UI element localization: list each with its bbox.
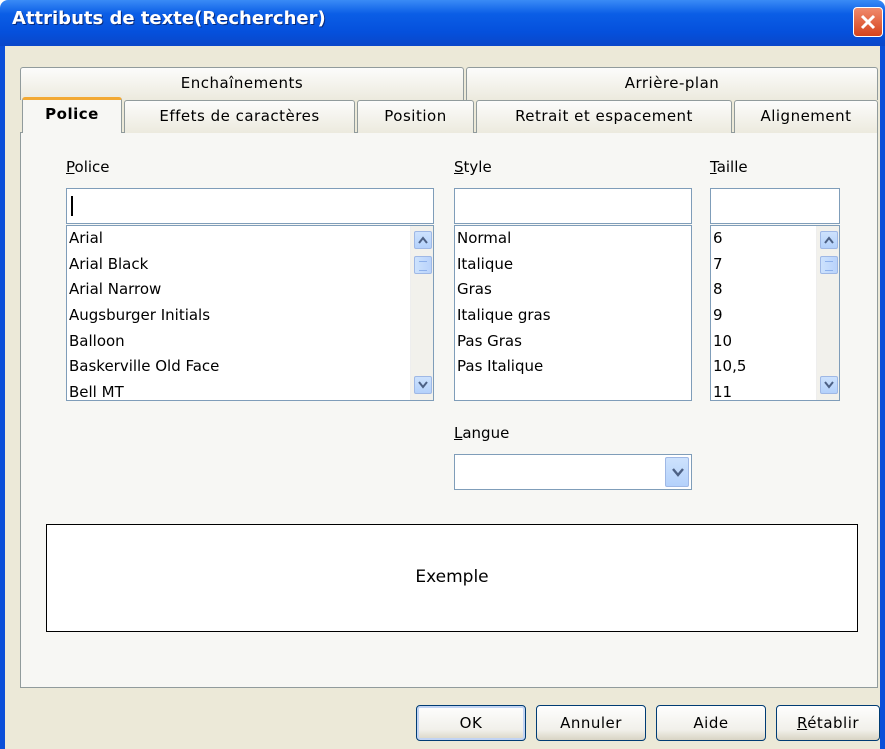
scroll-down-button[interactable]: [414, 376, 432, 394]
reset-label-mnemonic: R: [796, 714, 808, 732]
window-title: Attributs de texte(Rechercher): [12, 8, 326, 29]
style-label-mnemonic: S: [454, 158, 464, 176]
font-list-scrollbar[interactable]: [410, 226, 433, 400]
list-item[interactable]: Balloon: [67, 329, 433, 355]
list-item[interactable]: Arial: [67, 226, 433, 252]
tab-label: Position: [384, 107, 447, 125]
font-label-text: olice: [74, 158, 110, 176]
list-item[interactable]: Pas Gras: [455, 329, 691, 355]
size-label: Taille: [710, 158, 748, 176]
text-caret: [71, 196, 73, 216]
size-label-mnemonic: T: [710, 158, 717, 176]
list-item[interactable]: Italique: [455, 252, 691, 278]
preview-text: Exemple: [415, 567, 489, 587]
list-item[interactable]: Normal: [455, 226, 691, 252]
list-item[interactable]: Arial Narrow: [67, 277, 433, 303]
scroll-up-button[interactable]: [820, 231, 838, 249]
font-label: Police: [66, 158, 110, 176]
scroll-thumb[interactable]: [414, 256, 432, 274]
chevron-up-icon: [418, 236, 428, 244]
tab-arriere-plan[interactable]: Arrière-plan: [466, 67, 878, 100]
list-item[interactable]: Pas Italique: [455, 354, 691, 380]
chevron-up-icon: [824, 236, 834, 244]
tab-label: Arrière-plan: [624, 74, 720, 92]
reset-label: établir: [807, 714, 860, 732]
list-item[interactable]: Baskerville Old Face: [67, 354, 433, 380]
tab-police[interactable]: Police: [22, 97, 122, 133]
tab-label: Retrait et espacement: [515, 107, 693, 125]
tab-enchainements[interactable]: Enchaînements: [20, 67, 464, 100]
close-icon: [860, 14, 876, 30]
language-dropdown-button[interactable]: [665, 457, 689, 487]
language-select[interactable]: [454, 454, 692, 490]
scroll-down-button[interactable]: [820, 376, 838, 394]
style-input[interactable]: [454, 188, 692, 224]
tab-effets-de-caracteres[interactable]: Effets de caractères: [124, 100, 355, 133]
list-item[interactable]: Bell MT: [67, 380, 433, 400]
font-label-mnemonic: P: [66, 158, 75, 176]
cancel-label: Annuler: [560, 714, 622, 732]
ok-label: OK: [459, 714, 483, 732]
list-item[interactable]: Augsburger Initials: [67, 303, 433, 329]
language-label: Langue: [454, 424, 509, 442]
style-label: Style: [454, 158, 492, 176]
tab-label: Police: [45, 105, 99, 123]
size-input[interactable]: [710, 188, 840, 224]
close-button[interactable]: [853, 7, 883, 37]
size-list-scrollbar[interactable]: [816, 226, 839, 400]
ok-button[interactable]: OK: [416, 705, 526, 741]
tab-position[interactable]: Position: [357, 100, 474, 133]
list-item[interactable]: Arial Black: [67, 252, 433, 278]
language-label-text: angue: [462, 424, 510, 442]
font-preview: Exemple: [46, 524, 858, 632]
chevron-down-icon: [672, 468, 684, 477]
scroll-thumb[interactable]: [820, 256, 838, 274]
tab-label: Alignement: [760, 107, 852, 125]
cancel-button[interactable]: Annuler: [536, 705, 646, 741]
chevron-down-icon: [824, 381, 834, 389]
style-list[interactable]: Normal Italique Gras Italique gras Pas G…: [454, 225, 692, 401]
help-label: Aide: [693, 714, 729, 732]
style-label-text: tyle: [463, 158, 492, 176]
tab-label: Effets de caractères: [159, 107, 320, 125]
list-item[interactable]: Gras: [455, 277, 691, 303]
scroll-up-button[interactable]: [414, 231, 432, 249]
tab-alignement[interactable]: Alignement: [734, 100, 878, 133]
size-list[interactable]: 6 7 8 9 10 10,5 11: [710, 225, 840, 401]
chevron-down-icon: [418, 381, 428, 389]
help-button[interactable]: Aide: [656, 705, 766, 741]
reset-button[interactable]: Rétablir: [776, 705, 880, 741]
font-list[interactable]: Arial Arial Black Arial Narrow Augsburge…: [66, 225, 434, 401]
tab-label: Enchaînements: [180, 74, 304, 92]
list-item[interactable]: Italique gras: [455, 303, 691, 329]
font-name-input[interactable]: [66, 188, 434, 224]
size-label-text: aille: [716, 158, 748, 176]
title-bar: Attributs de texte(Rechercher): [0, 0, 885, 46]
tab-retrait-et-espacement[interactable]: Retrait et espacement: [476, 100, 732, 133]
